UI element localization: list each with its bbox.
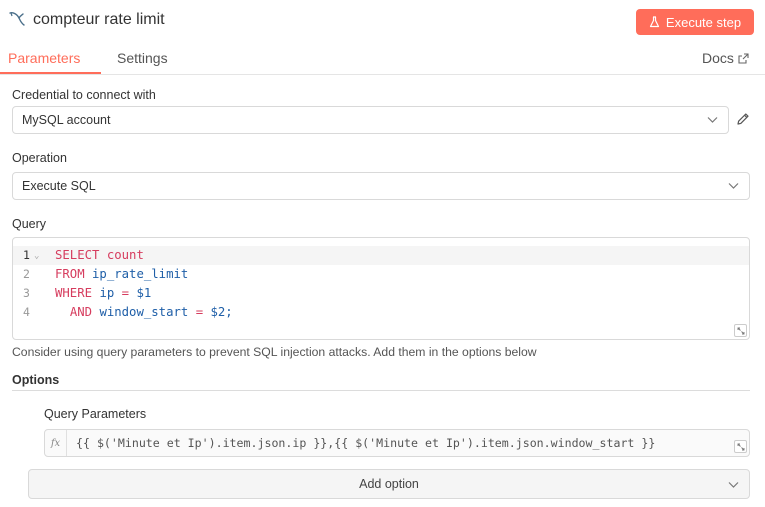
external-link-icon	[738, 52, 749, 64]
chevron-down-icon	[728, 183, 739, 189]
sql-function: count	[106, 248, 144, 262]
options-divider	[12, 390, 750, 391]
line-number: 2	[23, 267, 30, 281]
docs-link[interactable]: Docs	[702, 50, 749, 66]
query-parameters-value: {{ $('Minute et Ip').item.json.ip }},{{ …	[76, 436, 656, 450]
node-title[interactable]: compteur rate limit	[33, 11, 165, 29]
query-parameters-input[interactable]: fx {{ $('Minute et Ip').item.json.ip }},…	[44, 429, 750, 457]
code-text: FROM ip_rate_limit	[55, 265, 188, 284]
execute-step-label: Execute step	[665, 14, 742, 30]
operation-value: Execute SQL	[22, 179, 96, 193]
flask-icon	[649, 16, 660, 28]
sql-code-editor[interactable]: 1 ⌄ SELECT count 2 FROM ip_rate_limit 3 …	[12, 237, 750, 340]
add-option-label: Add option	[359, 477, 419, 491]
tab-settings[interactable]: Settings	[117, 50, 168, 66]
sql-keyword: SELECT	[55, 248, 100, 262]
credential-select[interactable]: MySQL account	[12, 106, 729, 134]
fold-chevron-icon[interactable]: ⌄	[34, 247, 39, 266]
expression-fx-icon: fx	[45, 430, 67, 456]
tab-parameters[interactable]: Parameters	[8, 50, 80, 66]
sql-parameter: $1	[136, 286, 152, 300]
sql-injection-hint: Consider using query parameters to preve…	[12, 345, 537, 359]
code-line: 4 AND window_start = $2;	[13, 303, 749, 322]
credential-value: MySQL account	[22, 113, 111, 127]
sql-identifier: ip	[99, 286, 115, 300]
query-label: Query	[12, 217, 47, 231]
active-tab-indicator	[0, 72, 101, 74]
expand-editor-icon[interactable]	[734, 324, 747, 337]
line-number: 3	[23, 286, 30, 300]
credential-label: Credential to connect with	[12, 88, 156, 102]
code-text: SELECT count	[55, 246, 144, 265]
options-title: Options	[12, 373, 60, 387]
execute-step-button[interactable]: Execute step	[636, 9, 754, 35]
code-text: WHERE ip = $1	[55, 284, 151, 303]
sql-parameter: $2;	[210, 305, 233, 319]
node-header: compteur rate limit Execute step	[0, 0, 765, 44]
code-text: AND window_start = $2;	[55, 303, 233, 322]
line-number: 1	[23, 248, 30, 262]
code-line: 2 FROM ip_rate_limit	[13, 265, 749, 284]
operation-label: Operation	[12, 151, 67, 165]
sql-keyword: FROM	[55, 267, 85, 281]
code-line: 1 ⌄ SELECT count	[13, 246, 749, 265]
tab-bar: Parameters Settings Docs	[0, 44, 765, 75]
mysql-dolphin-icon	[9, 12, 25, 26]
edit-pencil-icon[interactable]	[736, 112, 750, 126]
line-number: 4	[23, 305, 30, 319]
sql-identifier: window_start	[99, 305, 189, 319]
sql-keyword: WHERE	[55, 286, 93, 300]
chevron-down-icon	[728, 482, 739, 488]
chevron-down-icon	[707, 117, 718, 123]
code-line: 3 WHERE ip = $1	[13, 284, 749, 303]
sql-operator: =	[121, 286, 130, 300]
sql-operator: =	[195, 305, 204, 319]
query-parameters-label: Query Parameters	[44, 407, 147, 421]
sql-identifier: ip_rate_limit	[92, 267, 189, 281]
docs-label: Docs	[702, 50, 734, 66]
sql-keyword: AND	[69, 305, 93, 319]
operation-select[interactable]: Execute SQL	[12, 172, 750, 200]
add-option-button[interactable]: Add option	[28, 469, 750, 499]
expand-expression-icon[interactable]	[734, 440, 747, 453]
